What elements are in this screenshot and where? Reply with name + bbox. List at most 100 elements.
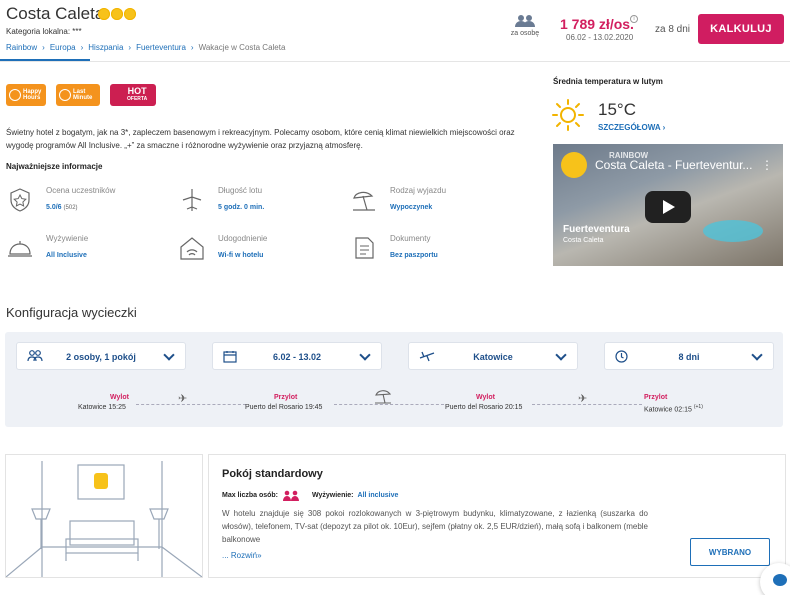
chat-button[interactable] bbox=[760, 563, 790, 595]
info-amenity: Udogodnienie Wi-fi w hotelu bbox=[178, 232, 338, 272]
timeline-line bbox=[136, 404, 246, 405]
hotel-stars bbox=[98, 8, 136, 20]
duration-select[interactable]: 8 dni bbox=[604, 342, 774, 370]
hotel-video[interactable]: RAINBOW Costa Caleta - Fuerteventur... ⋮… bbox=[553, 144, 783, 266]
config-title: Konfiguracja wycieczki bbox=[6, 305, 137, 320]
selected-button[interactable]: WYBRANO bbox=[690, 538, 770, 566]
price-dates: 06.02 - 13.02.2020 bbox=[566, 33, 634, 42]
document-icon bbox=[355, 237, 374, 259]
price: 1 789 zł/os. bbox=[560, 16, 634, 32]
local-category: Kategoria lokalna: *** bbox=[6, 27, 82, 36]
dates-select[interactable]: 6.02 - 13.02 bbox=[212, 342, 382, 370]
info-icon[interactable]: i bbox=[630, 15, 638, 23]
dates-value: 6.02 - 13.02 bbox=[272, 352, 322, 362]
chevron-right-icon: › bbox=[190, 43, 194, 52]
cloche-icon bbox=[8, 241, 32, 257]
flight-arrival-place: Puerto del Rosario 19:45 bbox=[245, 404, 323, 411]
documents-value[interactable]: Bez paszportu bbox=[390, 252, 438, 259]
chevron-right-icon: › bbox=[42, 43, 45, 52]
pool-image bbox=[703, 220, 763, 242]
trip-type-label: Rodzaj wyjazdu bbox=[390, 186, 447, 195]
happy-hours-badge: Happy Hours bbox=[6, 84, 46, 106]
video-subtitle: Costa Caleta bbox=[563, 237, 604, 244]
weather-details-link[interactable]: SZCZEGÓŁOWA › bbox=[598, 123, 665, 132]
shield-star-icon bbox=[10, 188, 30, 212]
food-label: Wyżywienie bbox=[46, 234, 89, 243]
rating-value[interactable]: 5.0/6 (502) bbox=[46, 204, 78, 211]
travelers-value: 2 osoby, 1 pokój bbox=[66, 352, 136, 362]
sun-icon bbox=[552, 99, 584, 131]
breadcrumb-europa[interactable]: Europa bbox=[50, 43, 76, 52]
room-illustration bbox=[5, 454, 203, 578]
breadcrumb-fuerteventura[interactable]: Fuerteventura bbox=[136, 43, 186, 52]
house-wifi-icon bbox=[180, 237, 204, 260]
airplane-icon: ✈ bbox=[178, 393, 188, 405]
rainbow-logo-icon bbox=[561, 152, 587, 178]
room-meta: Max liczba osób: Wyżywienie: All inclusi… bbox=[222, 490, 398, 501]
hotel-name: Costa Caleta bbox=[6, 4, 105, 23]
video-title[interactable]: Costa Caleta - Fuerteventur... bbox=[595, 158, 752, 172]
flight-arrival-label: Przylot bbox=[274, 394, 298, 401]
breadcrumb: Rainbow › Europa › Hiszpania › Fuerteven… bbox=[6, 43, 285, 52]
people-icon bbox=[283, 490, 300, 501]
amenity-value[interactable]: Wi-fi w hotelu bbox=[218, 252, 263, 259]
flight-return-departure-label: Wylot bbox=[476, 394, 495, 401]
video-destination: Fuerteventura bbox=[563, 224, 630, 235]
airplane-icon: ✈ bbox=[578, 393, 588, 405]
departure-select[interactable]: Katowice bbox=[408, 342, 578, 370]
room-food-label: Wyżywienie: bbox=[312, 492, 354, 499]
calculate-button[interactable]: KALKULUJ bbox=[698, 14, 784, 44]
star-icon bbox=[98, 8, 110, 20]
beach-umbrella-icon bbox=[375, 390, 392, 404]
breadcrumb-hiszpania[interactable]: Hiszpania bbox=[88, 43, 123, 52]
more-vertical-icon[interactable]: ⋮ bbox=[761, 158, 773, 172]
room-title: Pokój standardowy bbox=[222, 468, 323, 480]
breadcrumb-rainbow[interactable]: Rainbow bbox=[6, 43, 37, 52]
documents-label: Dokumenty bbox=[390, 234, 431, 243]
travelers-select[interactable]: 2 osoby, 1 pokój bbox=[16, 342, 186, 370]
temperature-value: 15°C bbox=[598, 100, 636, 119]
room-description: W hotelu znajduje się 308 pokoi rozlokow… bbox=[222, 509, 648, 544]
price-per-person: za osobę bbox=[508, 14, 542, 37]
amenity-label: Udogodnienie bbox=[218, 234, 268, 243]
flight-return-arrival-place: Katowice 02:15 (+1) bbox=[644, 404, 703, 414]
flight-return-departure-place: Puerto del Rosario 20:15 bbox=[445, 404, 523, 411]
page-header: Costa Caleta Kategoria lokalna: *** Rain… bbox=[0, 0, 790, 62]
duration-value: 8 dni bbox=[678, 352, 700, 362]
flight-departure-label: Wylot bbox=[110, 394, 129, 401]
active-tab-indicator bbox=[0, 59, 90, 61]
star-icon bbox=[124, 8, 136, 20]
temperature-heading: Średnia temperatura w lutym bbox=[553, 77, 663, 86]
rating-label: Ocena uczestników bbox=[46, 186, 116, 195]
trip-type-value[interactable]: Wypoczynek bbox=[390, 204, 432, 211]
breadcrumb-current: Wakacje w Costa Caleta bbox=[198, 43, 286, 52]
flight-length-value: 5 godz. 0 min. bbox=[218, 204, 265, 211]
star-icon bbox=[111, 8, 123, 20]
flight-departure-place: Katowice 15:25 bbox=[78, 404, 126, 411]
info-trip-type: Rodzaj wyjazdu Wypoczynek bbox=[350, 184, 510, 224]
info-documents: Dokumenty Bez paszportu bbox=[350, 232, 510, 272]
expand-link[interactable]: ... Rozwiń» bbox=[222, 551, 262, 560]
chevron-right-icon: › bbox=[662, 123, 666, 132]
flight-return-arrival-label: Przylot bbox=[644, 394, 668, 401]
room-food-value[interactable]: All inclusive bbox=[358, 492, 399, 499]
days-label: za 8 dni bbox=[655, 24, 691, 35]
last-minute-badge: Last Minute bbox=[56, 84, 100, 106]
airplane-icon bbox=[182, 189, 202, 211]
clock-icon bbox=[9, 89, 21, 101]
info-flight: Długość lotu 5 godz. 0 min. bbox=[178, 184, 338, 224]
hot-offer-badge: HOT OFERTA bbox=[110, 84, 156, 106]
chevron-right-icon: › bbox=[128, 43, 132, 52]
play-icon[interactable] bbox=[645, 191, 691, 223]
chat-icon bbox=[773, 574, 787, 586]
people-icon bbox=[515, 15, 535, 27]
chevron-right-icon: › bbox=[80, 43, 84, 52]
timeline-line bbox=[334, 404, 444, 405]
food-value[interactable]: All Inclusive bbox=[46, 252, 87, 259]
beach-umbrella-icon bbox=[353, 191, 375, 211]
bedroom-illustration bbox=[5, 461, 203, 578]
info-food: Wyżywienie All Inclusive bbox=[6, 232, 166, 272]
flight-length-label: Długość lotu bbox=[218, 186, 263, 195]
key-info-heading: Najważniejsze informacje bbox=[6, 162, 103, 171]
hotel-description: Świetny hotel z bogatym, jak na 3*, zapl… bbox=[6, 128, 515, 150]
